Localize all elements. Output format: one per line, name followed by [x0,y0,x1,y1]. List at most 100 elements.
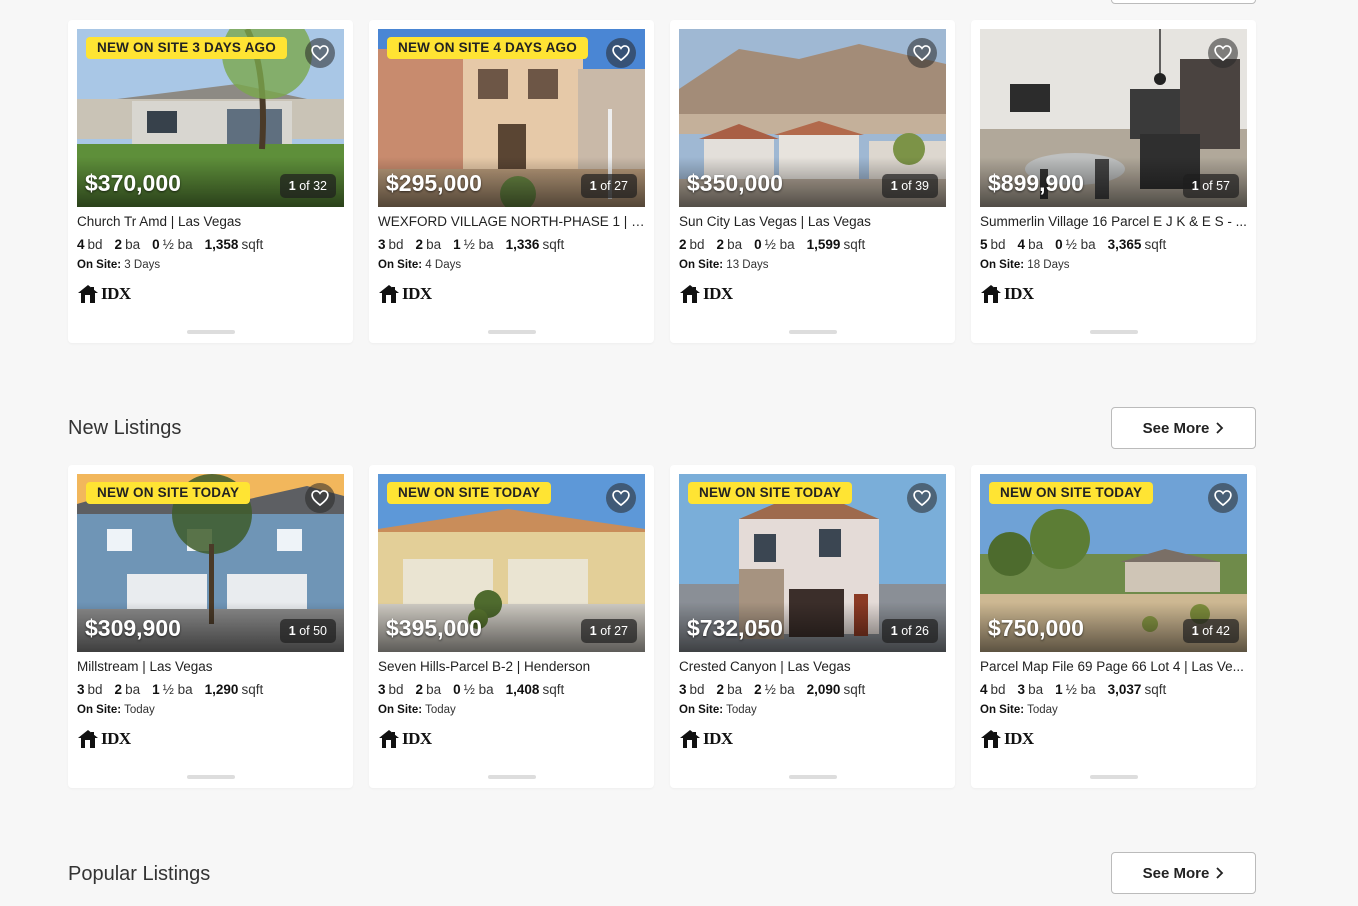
photo-index: 1 [589,624,597,638]
listing-address[interactable]: Sun City Las Vegas | Las Vegas [679,214,946,229]
half-baths: 2½ ba [754,682,795,697]
logo-text: IDX [402,729,432,748]
square-feet: 1,336 sqft [505,237,565,252]
baths: 2 ba [114,237,141,252]
photo-total: of 42 [1202,624,1230,638]
photo-index: 1 [890,179,898,193]
heart-outline-icon [311,490,329,507]
listing-price: $295,000 [386,170,482,196]
logo-text: IDX [101,729,131,748]
photo-index: 1 [288,624,296,638]
listing-address[interactable]: Crested Canyon | Las Vegas [679,659,946,674]
heart-outline-icon [913,45,931,62]
listing-address[interactable]: Church Tr Amd | Las Vegas [77,214,344,229]
half-baths: 0½ ba [1055,237,1096,252]
favorite-button[interactable] [305,38,335,68]
beds: 4 bd [77,237,103,252]
listing-price: $370,000 [85,170,181,196]
listing-address[interactable]: Millstream | Las Vegas [77,659,344,674]
photo-total: of 32 [299,179,327,193]
idx-logo: IDX [77,283,344,305]
listing-card[interactable]: NEW ON SITE TODAY $309,900 1 of 50 Mills… [68,465,353,788]
favorite-button[interactable] [606,483,636,513]
listing-card[interactable]: NEW ON SITE TODAY $750,000 1 of 42 Parce… [971,465,1256,788]
listing-address[interactable]: Summerlin Village 16 Parcel E J K & E S … [980,214,1247,229]
drag-handle [186,775,235,779]
drag-handle [487,330,536,334]
chevron-right-icon [1216,422,1224,434]
new-on-site-badge: NEW ON SITE 4 DAYS AGO [387,37,588,59]
favorite-button[interactable] [1208,38,1238,68]
listing-photo[interactable]: NEW ON SITE TODAY $395,000 1 of 27 [378,474,645,652]
listing-card[interactable]: $899,900 1 of 57 Summerlin Village 16 Pa… [971,20,1256,343]
beds: 2 bd [679,237,705,252]
listing-card[interactable]: NEW ON SITE 4 DAYS AGO $295,000 1 of 27 … [369,20,654,343]
logo-text: IDX [402,284,432,303]
listing-card[interactable]: $350,000 1 of 39 Sun City Las Vegas | La… [670,20,955,343]
listing-photo[interactable]: NEW ON SITE TODAY $309,900 1 of 50 [77,474,344,652]
on-site-duration: On Site: 13 Days [679,259,769,271]
listing-photo[interactable]: $899,900 1 of 57 [980,29,1247,207]
see-more-button-partial[interactable] [1111,0,1256,4]
photo-counter: 1 of 27 [580,174,637,198]
photo-index: 1 [890,624,898,638]
listing-card[interactable]: NEW ON SITE TODAY $395,000 1 of 27 Seven… [369,465,654,788]
idx-logo: IDX [679,283,946,305]
see-more-label: See More [1142,864,1210,882]
square-feet: 3,365 sqft [1107,237,1167,252]
listing-photo[interactable]: NEW ON SITE 3 DAYS AGO $370,000 1 of 32 [77,29,344,207]
on-site-duration: On Site: Today [378,704,456,716]
see-more-button-popular-listings[interactable]: See More [1111,852,1256,894]
logo-text: IDX [1004,284,1034,303]
baths: 3 ba [1017,682,1044,697]
square-feet: 1,599 sqft [806,237,866,252]
baths: 2 ba [114,682,141,697]
listing-photo[interactable]: NEW ON SITE TODAY $750,000 1 of 42 [980,474,1247,652]
new-on-site-badge: NEW ON SITE TODAY [688,482,853,504]
heart-outline-icon [612,490,630,507]
on-site-duration: On Site: Today [679,704,757,716]
beds: 3 bd [378,682,404,697]
listing-photo[interactable]: NEW ON SITE 4 DAYS AGO $295,000 1 of 27 [378,29,645,207]
square-feet: 2,090 sqft [806,682,866,697]
drag-handle [788,775,837,779]
baths: 2 ba [716,237,743,252]
favorite-button[interactable] [907,483,937,513]
listing-address[interactable]: WEXFORD VILLAGE NORTH-PHASE 1 | La... [378,214,645,229]
favorite-button[interactable] [907,38,937,68]
photo-total: of 39 [901,179,929,193]
listing-card[interactable]: NEW ON SITE 3 DAYS AGO $370,000 1 of 32 … [68,20,353,343]
listing-facts: 3 bd 2 ba 0½ ba 1,408 sqft [378,682,645,697]
section-title-new-listings: New Listings [68,417,182,439]
heart-outline-icon [1214,45,1232,62]
house-logo-icon [680,285,700,303]
see-more-label: See More [1142,419,1210,437]
favorite-button[interactable] [606,38,636,68]
listing-price: $899,900 [988,170,1084,196]
new-on-site-badge: NEW ON SITE TODAY [989,482,1154,504]
see-more-button-new-listings[interactable]: See More [1111,407,1256,449]
photo-counter: 1 of 32 [279,174,336,198]
square-feet: 3,037 sqft [1107,682,1167,697]
listing-photo[interactable]: $350,000 1 of 39 [679,29,946,207]
heart-outline-icon [1214,490,1232,507]
drag-handle [186,330,235,334]
photo-total: of 50 [299,624,327,638]
photo-index: 1 [589,179,597,193]
listing-card[interactable]: NEW ON SITE TODAY $732,050 1 of 26 Crest… [670,465,955,788]
listing-row-featured: NEW ON SITE 3 DAYS AGO $370,000 1 of 32 … [68,20,1256,343]
beds: 3 bd [679,682,705,697]
favorite-button[interactable] [1208,483,1238,513]
section-title-popular-listings: Popular Listings [68,863,211,885]
beds: 5 bd [980,237,1006,252]
listing-address[interactable]: Parcel Map File 69 Page 66 Lot 4 | Las V… [980,659,1247,674]
on-site-duration: On Site: 4 Days [378,259,462,271]
listing-address[interactable]: Seven Hills-Parcel B-2 | Henderson [378,659,645,674]
photo-index: 1 [288,179,296,193]
photo-counter: 1 of 27 [580,619,637,643]
idx-logo: IDX [980,283,1247,305]
listing-photo[interactable]: NEW ON SITE TODAY $732,050 1 of 26 [679,474,946,652]
listing-facts: 3 bd 2 ba 1½ ba 1,290 sqft [77,682,344,697]
favorite-button[interactable] [305,483,335,513]
new-on-site-badge: NEW ON SITE TODAY [86,482,251,504]
